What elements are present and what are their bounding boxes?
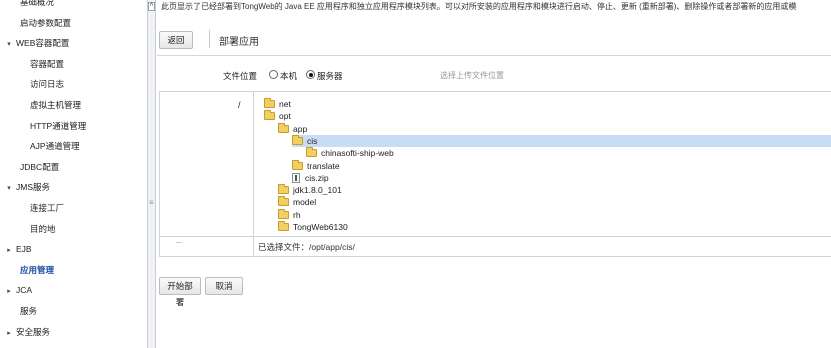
tree-node-label: cis [307,135,318,146]
sidebar-item[interactable]: ▸ JCA [0,280,32,300]
selected-file-text: 已选择文件：/opt/app/cis/ [258,242,355,252]
sidebar-item[interactable]: ▸ EJB [0,239,32,259]
chevron-right-icon: ▸ [7,288,11,296]
sidebar-item-label: EJB [16,244,32,255]
tree-node[interactable]: opt [264,110,291,122]
chevron-right-icon: ▸ [7,247,11,255]
cancel-button[interactable]: 取消 [205,277,243,295]
sidebar-item-label: JMS服务 [16,182,51,193]
folder-icon [278,221,289,231]
page-description: 此页显示了已经部署到TongWeb的 Java EE 应用程序和独立应用程序模块… [161,2,797,11]
tree-node-label: rh [293,209,301,220]
tree-node[interactable]: TongWeb6130 [278,221,348,233]
splitter-grip-icon[interactable]: ≡ [149,198,154,207]
sidebar-item[interactable]: 应用管理 [0,260,54,280]
sidebar-item-label: 启动参数配置 [20,17,72,28]
folder-icon [306,147,317,158]
page-title: 部署应用 [219,37,259,48]
start-deploy-button[interactable]: 开始部署 [159,277,201,307]
folder-icon [278,122,289,133]
tree-node-label: app [293,123,308,134]
tree-node[interactable]: translate [292,159,340,172]
collapse-up-icon[interactable]: ^ [148,2,155,11]
tree-node-label: jdk1.8.0_101 [293,185,342,196]
radio-local-label[interactable]: 本机 [280,70,297,82]
sidebar-item[interactable]: 基础概况 [0,0,54,12]
sidebar-item-label: 虚拟主机管理 [30,100,82,110]
selection-left-mark [176,242,182,243]
sidebar-item-label: HTTP通道管理 [30,120,87,131]
sidebar-item[interactable]: ▾ JMS服务 [0,177,50,197]
tree-node[interactable]: rh [278,208,301,221]
folder-icon [278,208,289,219]
tree-node-label: cis.zip [305,172,329,183]
sidebar-splitter[interactable]: ^ ≡ [147,0,156,348]
tree-root-column: / [160,92,254,256]
sidebar-item-label: 连接工厂 [30,203,65,213]
folder-icon [278,184,289,195]
sidebar-item[interactable]: ▸ 安全服务 [0,322,50,342]
main-content: 此页显示了已经部署到TongWeb的 Java EE 应用程序和独立应用程序模块… [157,0,831,348]
sidebar-item[interactable]: 虚拟主机管理 [30,95,81,115]
file-location-row: 文件位置 本机 服务器 选择上传文件位置 [157,62,831,88]
tree-node[interactable]: cis [292,134,831,147]
tree-node[interactable]: jdk1.8.0_101 [278,184,342,196]
title-divider [209,30,210,48]
sidebar-item-label: 服务 [20,306,38,316]
tree-node-label: TongWeb6130 [293,222,348,232]
tree-node[interactable]: cis.zip [292,172,329,184]
tree-node-label: translate [307,160,340,171]
sidebar-item[interactable]: 服务 [0,301,37,321]
sidebar-item[interactable]: ▾ WEB容器配置 [0,33,69,53]
sidebar-item[interactable]: 目的地 [30,219,56,239]
sidebar: 基础概况启动参数配置 ▾ WEB容器配置容器配置访问日志虚拟主机管理 HTTP通道管理… [0,0,148,348]
radio-local[interactable] [269,70,278,79]
folder-icon [264,98,275,108]
sidebar-item[interactable]: 访问日志 [30,74,64,94]
toolbar: 返回 部署应用 [157,22,831,56]
sidebar-item[interactable]: 连接工厂 [30,198,64,218]
sidebar-item-label: AJP通道管理 [30,141,80,152]
tree-node-label: opt [279,111,291,122]
folder-icon [292,134,303,145]
file-icon [292,172,300,183]
tree-node[interactable]: chinasofti-ship-web [306,147,394,159]
sidebar-item-label: 目的地 [30,223,56,234]
radio-server[interactable] [306,70,315,79]
folder-icon [278,196,289,207]
sidebar-item[interactable]: HTTP通道管理 [30,116,86,136]
back-button[interactable]: 返回 [159,31,193,49]
selection-divider [160,236,831,237]
sidebar-item-label: 应用管理 [20,264,55,275]
upload-location-hint: 选择上传文件位置 [440,71,504,80]
sidebar-item[interactable]: AJP通道管理 [30,136,80,156]
file-tree-panel: / net opt app cis chinasofti-ship-web transla… [159,91,831,257]
tree-root-label: / [238,100,241,110]
tree-node-label: chinasofti-ship-web [321,148,394,159]
sidebar-item[interactable]: JDBC配置 [0,157,59,177]
chevron-right-icon: ▸ [7,329,11,337]
sidebar-item-label: JCA [16,285,33,296]
chevron-down-icon: ▾ [7,185,11,193]
tree-node[interactable]: app [278,122,308,135]
folder-icon [292,159,303,170]
sidebar-item-label: 安全服务 [16,326,51,337]
sidebar-item-label: 容器配置 [30,58,65,69]
sidebar-item-label: 基础概况 [20,0,55,7]
sidebar-item-label: 访问日志 [30,79,65,90]
chevron-down-icon: ▾ [7,41,11,49]
tree-node-label: model [293,197,317,208]
sidebar-item[interactable]: 容器配置 [30,54,64,74]
folder-icon [264,110,275,121]
tree-node[interactable]: net [264,98,291,110]
tree-node[interactable]: model [278,196,316,208]
radio-server-label[interactable]: 服务器 [317,70,343,82]
sidebar-item-label: WEB容器配置 [16,38,70,49]
tree-node-label: net [279,99,291,109]
file-location-label: 文件位置 [223,71,258,81]
sidebar-item-label: JDBC配置 [20,161,60,172]
sidebar-item[interactable]: 启动参数配置 [0,13,71,33]
